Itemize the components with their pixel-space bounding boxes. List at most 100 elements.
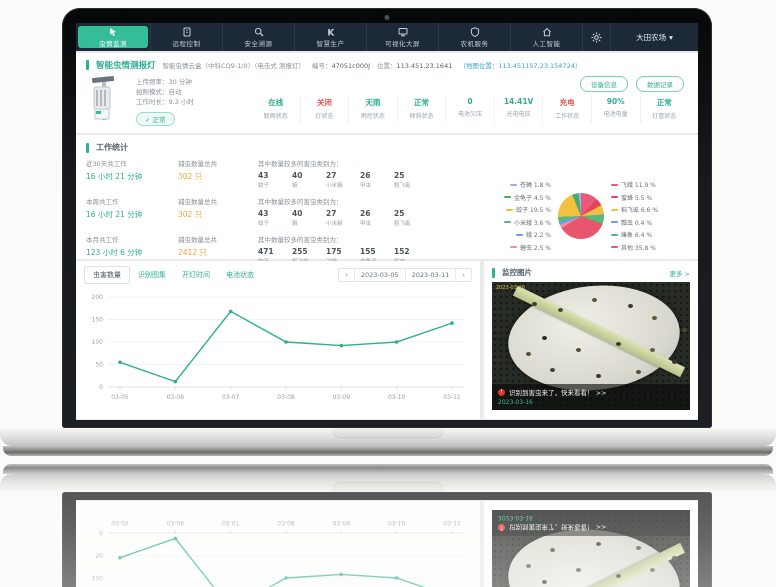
chart-tab-2[interactable]: 识别图集 [130,267,174,283]
pie-label-text: 稻飞虱 6.6 % [621,205,658,214]
alert-message-link[interactable]: 识别到害虫来了，快来看看！ >> [509,387,606,397]
status-联网状态: 在线联网状态 [252,95,300,124]
work-stats-card: 工作统计 近30天共工作16 小时 21 分钟捕虫数量总共302 只其中数量较多… [76,135,698,259]
monitor-more-link[interactable]: 更多 > [669,268,690,278]
nav-tab-label: 可视化大屏 [385,38,420,48]
pie-color-dash [504,196,511,198]
top-pest-count: 40 [292,209,326,218]
screen-icon [398,27,408,37]
nav-tab-trace[interactable]: 安全溯源 [222,23,294,51]
monitor-date: 2023-03-16 [498,399,684,406]
date-from-field[interactable]: 2023-03-05 [354,269,405,281]
date-prev-button[interactable]: ‹ [339,269,354,281]
device-card: 智能虫情测报灯 智能虫情云盒（中科CQ9-1/0）（电击式 测报灯） 编号：47… [76,53,698,133]
nav-tab-remote[interactable]: 远程控制 [150,23,222,51]
status-value: 正常 [398,97,446,108]
stat-catch-label: 捕虫数量总共 [178,158,258,168]
monitor-date: 2023-03-16 [498,514,684,521]
line-chart-svg: 05010015020003-0503-0603-0703-0803-0903-… [80,511,474,587]
stats-rows: 近30天共工作16 小时 21 分钟捕虫数量总共302 只其中数量较多的害虫类别… [76,156,464,272]
device-map-position-link[interactable]: （地图位置：113.451157,23.154724） [459,60,581,70]
device-subtitle: 智能虫情云盒（中科CQ9-1/0）（电击式 测报灯） [163,60,305,70]
date-next-button[interactable]: › [455,269,471,281]
monitor-photo[interactable]: 2023-03-16 ! 识别到害虫来了，快来看看！ >> 2023-03-16 [492,282,690,410]
status-label: 倾斜状态 [398,111,446,120]
k-logo-icon: K [326,27,336,37]
svg-text:03-08: 03-08 [277,394,295,401]
status-电池电量: 90%电池电量 [591,95,640,124]
remote-icon [182,27,192,37]
laptop-thumb-notch [332,428,444,437]
laptop-base-edge [3,464,773,474]
nav-tab-production[interactable]: K智慧生产 [294,23,366,51]
laptop-base [0,474,776,492]
status-光电电压: 14.41V光电电压 [494,95,543,124]
status-value: 无雨 [349,97,397,108]
top-pest-item: 26甲虫 [360,209,394,227]
device-position: 位置：113.451,23.1641 [377,60,452,70]
pest-pie-chart: 苍蝇 1.8 %金龟子 4.5 %蚊子 19.5 %小米蛾 3.6 %蛾 2.2… [464,156,698,272]
top-pest-name: 稻飞虱 [394,219,428,227]
top-pest-name: 甲虫 [360,181,394,189]
pie-color-dash [611,184,618,186]
date-to-field[interactable]: 2023-03-11 [405,269,456,281]
pie-color-dash [510,184,517,186]
device-row: 上传频率：30 分钟 拍照模式：自动 工作时长：9.3 小时 ✓ 正常 设备信息… [76,73,698,126]
scene: 虫情监测 远程控制 安全溯源K智慧生产可视化大屏 农机服务人工智能 大田农场 ▾ [0,0,776,587]
settings-button[interactable] [582,23,610,51]
nav-tab-ai[interactable]: 人工智能 [510,23,582,51]
chart-tab-3[interactable]: 开灯时间 [174,267,218,283]
nav-tab-label: 远程控制 [173,38,201,48]
pie-label-text: 小米蛾 3.6 % [514,218,551,227]
top-pest-item: 43蚊子 [258,209,292,227]
nav-tab-active-monitoring[interactable]: 虫情监测 [78,26,148,48]
stat-catch-label: 捕虫数量总共 [178,234,258,244]
pie-label-text: 蜜蜂 5.5 % [621,193,652,202]
svg-text:03-09: 03-09 [333,394,351,401]
monitor-header: 监控图片 更多 > [484,261,698,281]
camera-timestamp: 2023-03-16 [496,285,525,291]
line-chart: 05010015020003-0503-0603-0703-0803-0903-… [76,507,480,587]
farm-selector-dropdown[interactable]: 大田农场 ▾ [610,23,698,51]
pie-label-蚊子: 蚊子 19.5 % [506,205,551,214]
svg-text:03-10: 03-10 [388,519,406,526]
svg-text:03-07: 03-07 [222,394,240,401]
status-label: 电池欠压 [446,109,494,118]
pie-label-苍蝇: 苍蝇 1.8 % [510,180,551,189]
svg-text:0: 0 [99,529,103,536]
dashboard-screen: 虫情监测 远程控制安全溯源K智慧生产可视化大屏农机服务人工智能 大田农场 ▾ [76,500,698,587]
nav-tab-service[interactable]: 农机服务 [438,23,510,51]
pie-color-dash [611,234,618,236]
top-pest-count: 40 [292,171,326,180]
top-pest-count: 25 [394,171,428,180]
insects-decoration [532,302,537,306]
status-value: 正常 [641,97,689,108]
device-info-button[interactable]: 设备信息 [580,76,628,92]
nav-tab-bigscreen[interactable]: 可视化大屏 [366,23,438,51]
status-工作状态: 充电工作状态 [542,95,591,124]
chart-tab-4[interactable]: 电池状态 [218,267,262,283]
svg-text:03-05: 03-05 [111,519,129,526]
pie-label-飞蛾: 飞蛾 11.9 % [611,180,656,189]
status-灯状态: 关闭灯状态 [300,95,349,124]
status-value: 14.41V [495,97,543,106]
section-marker [86,60,89,70]
pest-count-chart-card: 虫害数量识别图集开灯时间电池状态 ‹ 2023-03-05 2023-03-11… [76,261,480,419]
device-info-lines: 上传频率：30 分钟 拍照模式：自动 工作时长：9.3 小时 ✓ 正常 [124,75,252,126]
laptop-bezel: 虫情监测 远程控制 安全溯源K智慧生产可视化大屏 农机服务人工智能 大田农场 ▾ [62,8,712,428]
trap-dish [503,521,685,587]
device-info-line: 上传频率：30 分钟 [136,77,252,87]
monitor-overlay: ! 识别到害虫来了，快来看看！ >> 2023-03-16 [492,384,690,410]
laptop-reflection: 虫情监测 远程控制安全溯源K智慧生产可视化大屏农机服务人工智能 大田农场 ▾ [0,456,776,587]
top-pest-item: 25稻飞虱 [394,171,428,189]
top-pest-name: 蛾 [292,181,326,189]
svg-text:03-07: 03-07 [222,519,240,526]
device-title: 智能虫情测报灯 [96,59,156,71]
data-record-button[interactable]: 数据记录 [636,76,684,92]
top-pest-name: 蛾 [292,219,326,227]
top-pest-count: 26 [360,209,394,218]
pie-color-dash [506,209,513,211]
pie-label-text: 蛾 2.2 % [526,230,551,239]
chart-tab-1[interactable]: 虫害数量 [84,266,130,284]
status-value: 在线 [252,97,300,108]
